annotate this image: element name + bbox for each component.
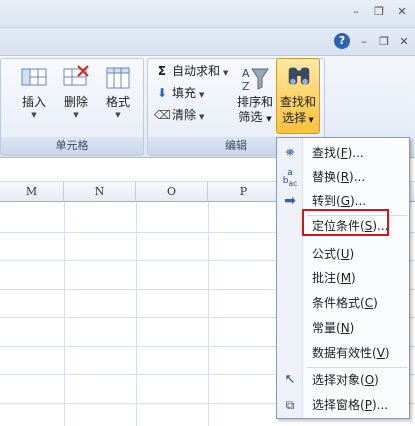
grid-line (136, 202, 137, 426)
menu-item-formulas[interactable]: 公式(U) (277, 242, 409, 266)
column-header-m[interactable]: M (0, 182, 64, 202)
app-restore-button[interactable]: ❐ (373, 6, 385, 18)
svg-text:A: A (242, 67, 250, 80)
delete-cells-icon (63, 65, 89, 86)
binoculars-icon (288, 67, 310, 85)
column-header-p[interactable]: P (208, 182, 280, 202)
workbook-minimize-button[interactable]: – (358, 36, 370, 48)
clear-button[interactable]: ⌫清除 ▼ (154, 105, 204, 125)
menu-item-constants-label: 常量(N) (312, 321, 355, 335)
menu-item-conditional-formatting-label: 条件格式(C) (312, 296, 378, 310)
app-close-button[interactable]: ✕ (396, 6, 408, 18)
grid-line (64, 202, 65, 426)
column-header-o[interactable]: O (136, 182, 208, 202)
insert-label: 插入 (21, 95, 46, 109)
fill-down-icon: ⬇ (156, 86, 168, 100)
sort-filter-icon: A Z (242, 67, 269, 93)
workbook-control-strip: ? – ❐ ✕ (0, 28, 415, 56)
replace-icon: a bac (282, 168, 298, 188)
help-icon[interactable]: ? (334, 33, 350, 49)
find-select-menu: ⛯ 查找(F)... a bac 替换(R)... ➡ 转到(G)... 定位条件… (276, 137, 410, 419)
column-header-n[interactable]: N (64, 182, 136, 202)
format-button[interactable]: 格式 ▼ (97, 63, 139, 135)
menu-item-select-objects[interactable]: ↖ 选择对象(O) (277, 368, 409, 392)
menu-item-replace-label: 替换(R)... (312, 170, 366, 184)
fill-button[interactable]: ⬇ 填充 ▼ (154, 83, 204, 103)
chevron-down-icon: ▼ (199, 91, 205, 99)
cells-group: 插入 ▼ 删除 ▼ 格式 ▼ 单元格 (0, 58, 144, 156)
menu-item-find-label: 查找(F)... (312, 146, 364, 160)
app-minimize-button[interactable]: – (350, 6, 362, 18)
selection-pane-icon: ⧉ (285, 398, 295, 412)
menu-item-data-validation-label: 数据有效性(V) (312, 346, 390, 360)
chevron-down-icon: ▼ (73, 111, 79, 119)
highlight-box (302, 209, 389, 236)
title-bar: – ❐ ✕ (0, 0, 415, 28)
menu-item-comments-label: 批注(M) (312, 271, 356, 285)
select-objects-icon: ↖ (284, 372, 296, 387)
menu-item-data-validation[interactable]: 数据有效性(V) (277, 341, 409, 365)
sort-filter-label-2: 筛选 ▼ (238, 110, 272, 124)
sort-filter-label-1: 排序和 (236, 95, 273, 109)
format-label: 格式 (105, 95, 130, 109)
eraser-icon: ⌫ (154, 108, 171, 122)
menu-item-comments[interactable]: 批注(M) (277, 266, 409, 290)
chevron-down-icon: ▼ (31, 111, 37, 119)
workbook-close-button[interactable]: ✕ (398, 36, 410, 48)
find-select-button[interactable]: 查找和 选择 ▼ (276, 58, 320, 134)
menu-item-conditional-formatting[interactable]: 条件格式(C) (277, 291, 409, 315)
menu-item-select-objects-label: 选择对象(O) (312, 373, 379, 387)
cells-group-label: 单元格 (1, 137, 143, 155)
menu-item-selection-pane[interactable]: ⧉ 选择窗格(P)... (277, 393, 409, 417)
chevron-down-icon: ▼ (223, 69, 229, 77)
find-select-label-1: 查找和 (279, 95, 316, 109)
sort-filter-button[interactable]: A Z 排序和 筛选 ▼ (234, 63, 276, 135)
svg-text:Z: Z (242, 80, 250, 93)
chevron-down-icon: ▼ (199, 113, 205, 121)
autosum-label: 自动求和 (172, 64, 221, 78)
insert-button[interactable]: 插入 ▼ (13, 63, 55, 135)
delete-button[interactable]: 删除 ▼ (55, 63, 97, 135)
chevron-down-icon: ▼ (115, 111, 121, 119)
insert-cells-icon (21, 68, 47, 86)
menu-item-find[interactable]: ⛯ 查找(F)... (277, 141, 409, 165)
fill-label: 填充 (172, 86, 197, 100)
goto-arrow-icon: ➡ (284, 193, 296, 209)
find-select-label-2: 选择 ▼ (282, 111, 314, 125)
grid-line (208, 202, 209, 426)
format-cells-icon (106, 67, 130, 89)
menu-item-constants[interactable]: 常量(N) (277, 316, 409, 340)
sigma-icon: Σ (157, 64, 167, 78)
workbook-restore-button[interactable]: ❐ (378, 36, 390, 48)
binoculars-icon: ⛯ (285, 146, 295, 159)
delete-label: 删除 (63, 95, 88, 109)
autosum-button[interactable]: Σ 自动求和 ▼ (154, 61, 229, 81)
clear-label: 清除 (172, 108, 197, 122)
menu-item-formulas-label: 公式(U) (312, 247, 355, 261)
menu-item-selection-pane-label: 选择窗格(P)... (312, 398, 389, 412)
menu-item-replace[interactable]: a bac 替换(R)... (277, 165, 409, 189)
